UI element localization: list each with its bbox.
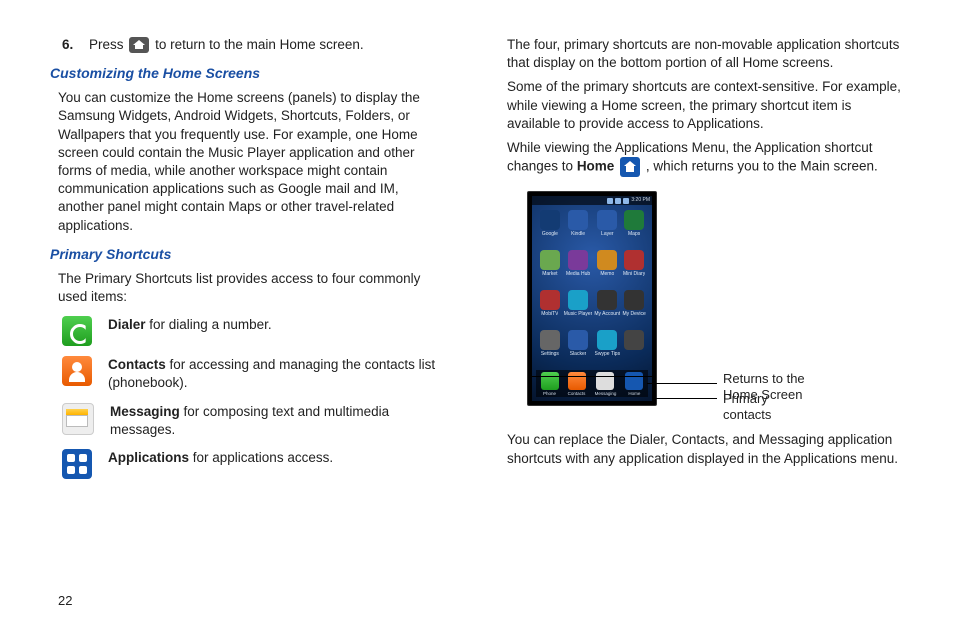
app-icon (624, 210, 644, 230)
app-icon (597, 330, 617, 350)
para-home-shortcut: While viewing the Applications Menu, the… (507, 139, 904, 177)
heading-primary-shortcuts: Primary Shortcuts (50, 245, 447, 264)
dock-bracket (531, 376, 655, 404)
para-replace: You can replace the Dialer, Contacts, an… (507, 431, 904, 467)
callout-primary: Primary contacts (723, 391, 813, 422)
app-label: Memo (600, 271, 614, 278)
para-primary-shortcuts: The Primary Shortcuts list provides acce… (50, 270, 447, 306)
app-label: Media Hub (566, 271, 590, 278)
app-label: MobiTV (541, 311, 558, 318)
phone-frame: 3:20 PM Google Kindle Layer Maps Market Media… (527, 191, 657, 406)
shortcut-name: Dialer (108, 317, 146, 332)
shortcut-applications: Applications for applications access. (62, 449, 447, 479)
app-label: Google (542, 231, 558, 238)
para-nonmovable: The four, primary shortcuts are non-mova… (507, 36, 904, 72)
callout-line (653, 398, 717, 399)
para-context: Some of the primary shortcuts are contex… (507, 78, 904, 133)
home-label: Home (577, 159, 615, 174)
app-cell: Music Player (564, 290, 593, 328)
contacts-icon (62, 356, 92, 386)
shortcut-text: Contacts for accessing and managing the … (108, 356, 447, 392)
app-icon (568, 250, 588, 270)
shortcut-dialer: Dialer for dialing a number. (62, 316, 447, 346)
status-bar: 3:20 PM (532, 196, 652, 205)
app-icon (624, 290, 644, 310)
phone-screen: 3:20 PM Google Kindle Layer Maps Market Media… (532, 196, 652, 401)
app-cell: Maps (622, 210, 646, 248)
app-cell (622, 330, 646, 368)
phone-figure: 3:20 PM Google Kindle Layer Maps Market Media… (507, 191, 904, 421)
app-cell: Media Hub (564, 250, 593, 288)
app-icon (624, 250, 644, 270)
app-cell: MobiTV (538, 290, 562, 328)
shortcut-text: Dialer for dialing a number. (108, 316, 447, 334)
shortcut-text: Applications for applications access. (108, 449, 447, 467)
shortcut-contacts: Contacts for accessing and managing the … (62, 356, 447, 392)
app-label: Settings (541, 351, 559, 358)
app-cell: Kindle (564, 210, 593, 248)
heading-customizing: Customizing the Home Screens (50, 64, 447, 83)
app-icon (540, 290, 560, 310)
app-cell: Layer (594, 210, 620, 248)
shortcut-list: Dialer for dialing a number. Contacts fo… (50, 316, 447, 479)
app-cell: My Device (622, 290, 646, 328)
app-label: Swype Tips (595, 351, 621, 358)
right-column: The four, primary shortcuts are non-mova… (507, 30, 904, 489)
app-icon (624, 330, 644, 350)
app-icon (540, 210, 560, 230)
app-label: Music Player (564, 311, 593, 318)
status-icon (615, 198, 621, 204)
left-column: 6. Press to return to the main Home scre… (50, 30, 447, 489)
app-label: Mini Diary (623, 271, 645, 278)
app-cell: Settings (538, 330, 562, 368)
app-icon (568, 290, 588, 310)
app-label: Kindle (571, 231, 585, 238)
home-key-icon (129, 37, 149, 53)
messaging-icon (62, 403, 94, 435)
shortcut-name: Applications (108, 450, 189, 465)
shortcut-desc: for applications access. (189, 450, 333, 465)
app-icon (597, 250, 617, 270)
app-icon (540, 330, 560, 350)
home-icon (620, 157, 640, 177)
app-cell: Google (538, 210, 562, 248)
app-icon (568, 330, 588, 350)
step-6: 6. Press to return to the main Home scre… (50, 36, 447, 54)
app-cell: My Account (594, 290, 620, 328)
shortcut-name: Contacts (108, 357, 166, 372)
app-label: Maps (628, 231, 640, 238)
app-icon (597, 210, 617, 230)
step-text-a: Press (89, 37, 127, 52)
status-icon (607, 198, 613, 204)
app-label: My Account (594, 311, 620, 318)
step-number: 6. (62, 37, 73, 52)
app-label: Layer (601, 231, 614, 238)
app-label: Slacker (570, 351, 587, 358)
text-b: , which returns you to the Main screen. (646, 159, 878, 174)
app-icon (597, 290, 617, 310)
shortcut-name: Messaging (110, 404, 180, 419)
app-cell: Swype Tips (594, 330, 620, 368)
shortcut-messaging: Messaging for composing text and multime… (62, 403, 447, 439)
app-label: My Device (622, 311, 645, 318)
applications-icon (62, 449, 92, 479)
step-text-b: to return to the main Home screen. (155, 37, 364, 52)
dialer-icon (62, 316, 92, 346)
app-icon (540, 250, 560, 270)
page-number: 22 (58, 593, 72, 608)
app-label: Market (542, 271, 557, 278)
status-icon (623, 198, 629, 204)
callout-line (647, 383, 717, 384)
app-grid: Google Kindle Layer Maps Market Media Hub Memo… (538, 210, 646, 373)
para-customizing: You can customize the Home screens (pane… (50, 89, 447, 235)
app-cell: Slacker (564, 330, 593, 368)
status-time: 3:20 PM (631, 197, 650, 204)
app-cell: Mini Diary (622, 250, 646, 288)
shortcut-text: Messaging for composing text and multime… (110, 403, 447, 439)
app-icon (568, 210, 588, 230)
app-cell: Market (538, 250, 562, 288)
shortcut-desc: for dialing a number. (146, 317, 272, 332)
app-cell: Memo (594, 250, 620, 288)
